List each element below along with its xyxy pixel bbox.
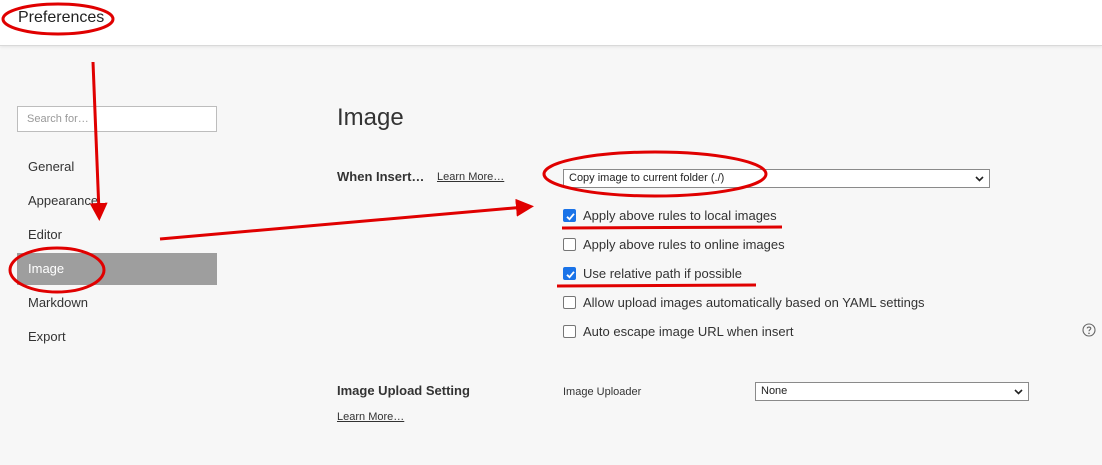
sidebar-nav: General Appearance Editor Image Markdown…: [17, 150, 217, 354]
checkmark-icon: [566, 270, 575, 279]
checkbox-online-images[interactable]: [563, 237, 576, 251]
checkbox-relative-path[interactable]: [563, 266, 576, 280]
page-title: Image: [337, 104, 404, 131]
when-insert-select[interactable]: Copy image to current folder (./): [563, 169, 990, 188]
option-label: Apply above rules to online images: [583, 236, 785, 252]
option-relative-path[interactable]: Use relative path if possible: [563, 265, 742, 281]
option-label: Apply above rules to local images: [583, 207, 777, 223]
question-circle-icon[interactable]: [1082, 323, 1096, 337]
search-input[interactable]: [17, 106, 217, 132]
option-auto-escape[interactable]: Auto escape image URL when insert: [563, 323, 794, 339]
sidebar-item-image[interactable]: Image: [17, 253, 217, 285]
option-label: Auto escape image URL when insert: [583, 323, 794, 339]
sidebar-item-markdown[interactable]: Markdown: [17, 286, 217, 320]
checkbox-yaml-upload[interactable]: [563, 295, 576, 309]
sidebar-item-appearance[interactable]: Appearance: [17, 184, 217, 218]
when-insert-label: When Insert…: [337, 169, 425, 184]
image-uploader-select[interactable]: None: [755, 382, 1029, 401]
sidebar-item-general[interactable]: General: [17, 150, 217, 184]
title-bar: Preferences: [0, 0, 1102, 46]
window-title: Preferences: [18, 9, 105, 26]
option-label: Use relative path if possible: [583, 265, 742, 281]
option-label: Allow upload images automatically based …: [583, 294, 925, 310]
image-uploader-value: None: [761, 385, 788, 397]
chevron-down-icon: [1014, 389, 1023, 395]
annotation-underline-relative: [556, 283, 757, 288]
option-local-images[interactable]: Apply above rules to local images: [563, 207, 777, 223]
upload-setting-label: Image Upload Setting: [337, 383, 470, 398]
checkbox-auto-escape[interactable]: [563, 324, 576, 338]
when-insert-learn-more-link[interactable]: Learn More…: [437, 171, 504, 183]
checkbox-local-images[interactable]: [563, 208, 576, 222]
upload-learn-more-link[interactable]: Learn More…: [337, 411, 404, 423]
option-online-images[interactable]: Apply above rules to online images: [563, 236, 785, 252]
chevron-down-icon: [975, 176, 984, 182]
sidebar-item-editor[interactable]: Editor: [17, 218, 217, 252]
sidebar-item-export[interactable]: Export: [17, 320, 217, 354]
checkmark-icon: [566, 212, 575, 221]
image-uploader-label: Image Uploader: [563, 386, 642, 398]
option-yaml-upload[interactable]: Allow upload images automatically based …: [563, 294, 925, 310]
annotation-underline-local: [561, 225, 783, 230]
when-insert-select-value: Copy image to current folder (./): [569, 172, 725, 184]
